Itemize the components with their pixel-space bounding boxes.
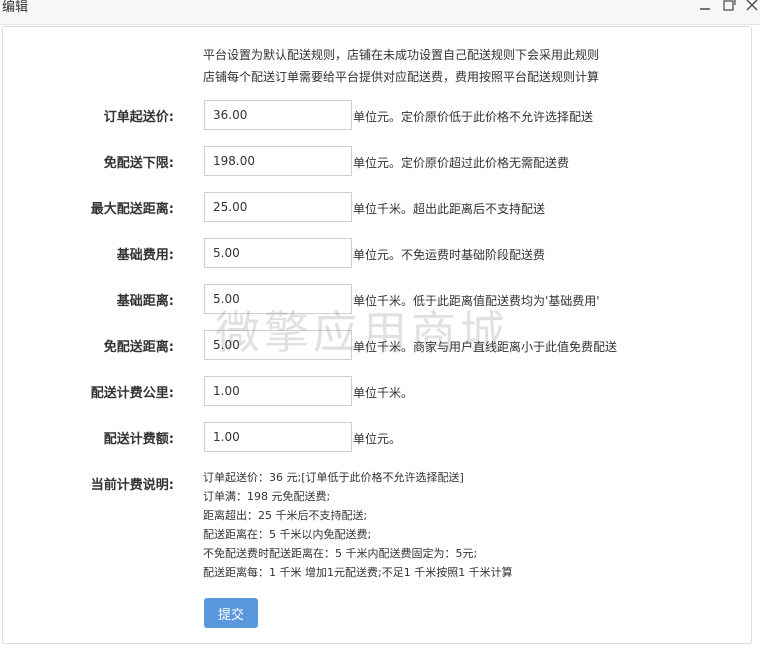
label-billing-description: 当前计费说明:	[90, 478, 174, 493]
minimize-icon[interactable]	[698, 0, 712, 15]
hint-base-distance: 单位千米。低于此距离值配送费均为'基础费用'	[353, 294, 600, 308]
label-base-fee: 基础费用:	[116, 248, 174, 263]
hint-base-fee: 单位元。不免运费时基础阶段配送费	[353, 248, 546, 262]
base-fee-input[interactable]	[204, 238, 352, 268]
description-line: 订单满：198 元免配送费;	[203, 490, 331, 503]
description-line: 配送距离在：5 千米以内免配送费;	[203, 528, 372, 541]
hint-free-delivery-distance: 单位千米。商家与用户直线距离小于此值免费配送	[353, 340, 618, 354]
hint-billing-amount: 单位元。	[353, 432, 402, 446]
notice-line-2: 店铺每个配送订单需要给平台提供对应配送费，费用按照平台配送规则计算	[203, 70, 600, 84]
billing-km-input[interactable]	[204, 376, 352, 406]
label-min-order-price: 订单起送价:	[103, 110, 174, 125]
window-title: 编辑	[2, 0, 29, 15]
description-line: 不免配送费时配送距离在：5 千米内配送费固定为：5元;	[203, 547, 478, 560]
description-line: 订单起送价：36 元;[订单低于此价格不允许选择配送]	[203, 471, 464, 484]
hint-free-delivery-threshold: 单位元。定价原价超过此价格无需配送费	[353, 156, 570, 170]
notice-line-1: 平台设置为默认配送规则，店铺在未成功设置自己配送规则下会采用此规则	[203, 48, 600, 62]
max-delivery-distance-input[interactable]	[204, 192, 352, 222]
free-delivery-threshold-input[interactable]	[204, 146, 352, 176]
hint-max-delivery-distance: 单位千米。超出此距离后不支持配送	[353, 202, 546, 216]
label-billing-amount: 配送计费额:	[103, 432, 174, 447]
description-line: 配送距离每：1 千米 增加1元配送费;不足1 千米按照1 千米计算	[203, 566, 513, 579]
min-order-price-input[interactable]	[204, 100, 352, 130]
label-free-delivery-distance: 免配送距离:	[103, 340, 174, 355]
label-free-delivery-threshold: 免配送下限:	[103, 156, 174, 171]
label-base-distance: 基础距离:	[116, 294, 174, 309]
submit-button[interactable]: 提交	[204, 598, 258, 628]
free-delivery-distance-input[interactable]	[204, 330, 352, 360]
hint-min-order-price: 单位元。定价原价低于此价格不允许选择配送	[353, 110, 594, 124]
base-distance-input[interactable]	[204, 284, 352, 314]
hint-billing-km: 单位千米。	[353, 386, 414, 400]
description-line: 距离超出：25 千米后不支持配送;	[203, 509, 368, 522]
label-max-delivery-distance: 最大配送距离:	[90, 202, 174, 217]
billing-amount-input[interactable]	[204, 422, 352, 452]
window-titlebar: 编辑	[0, 0, 760, 25]
maximize-icon[interactable]	[722, 0, 736, 15]
label-billing-km: 配送计费公里:	[90, 386, 174, 401]
close-icon[interactable]	[745, 0, 759, 15]
